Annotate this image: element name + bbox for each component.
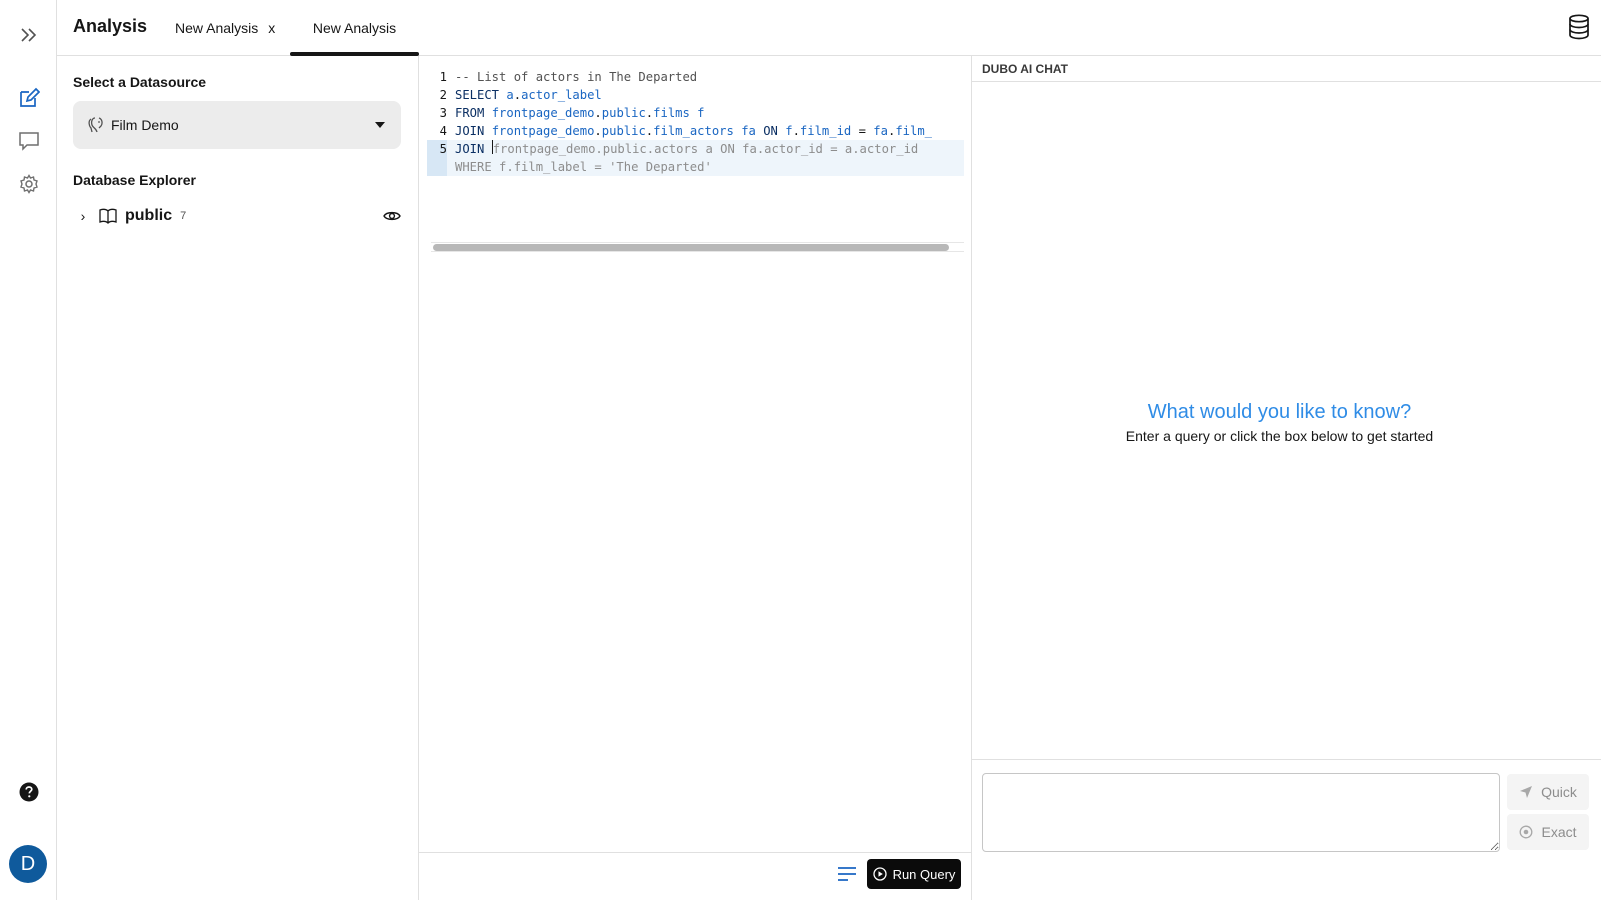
code-token: WHERE f.film_label = 'The Departed' xyxy=(455,160,712,174)
expand-icon xyxy=(20,28,36,42)
code-line[interactable]: 1 -- List of actors in The Departed xyxy=(427,68,964,86)
code-line[interactable]: 4 JOIN frontpage_demo. public. film_actors … xyxy=(427,122,964,140)
exact-button[interactable]: Exact xyxy=(1507,814,1589,850)
chat-input[interactable] xyxy=(982,773,1500,852)
left-rail: D xyxy=(0,0,57,900)
target-icon xyxy=(1520,825,1533,839)
book-icon xyxy=(99,208,117,224)
database-icon[interactable] xyxy=(1567,14,1591,40)
scrollbar-thumb[interactable] xyxy=(433,244,949,251)
code-token: . xyxy=(645,106,654,120)
chat-prompt: What would you like to know? xyxy=(1147,401,1412,423)
schema-name: public xyxy=(125,207,173,224)
code-line[interactable]: 5 JOIN frontpage_demo.public.actors a ON … xyxy=(427,140,964,158)
page-title: Analysis xyxy=(73,16,148,36)
code-token: . xyxy=(887,124,896,138)
chat-title: DUBO AI CHAT xyxy=(972,56,1601,82)
code-token: public xyxy=(601,124,646,138)
eye-icon[interactable] xyxy=(383,208,401,224)
tab-new-analysis-2[interactable]: New Analysis xyxy=(290,0,419,56)
edit-icon xyxy=(19,87,40,107)
editor-footer: Run Query xyxy=(419,852,972,900)
code-token: FROM xyxy=(455,106,492,120)
chat-subtitle: Enter a query or click the box below to … xyxy=(1125,428,1434,444)
code-token: actor_label xyxy=(521,88,602,102)
code-token: JOIN xyxy=(455,124,492,138)
chat-icon xyxy=(18,132,39,151)
explorer-heading: Database Explorer xyxy=(73,172,196,188)
code-line[interactable]: 2 SELECT a. actor_label xyxy=(427,86,964,104)
schema-row-public[interactable]: › public 7 xyxy=(73,204,401,228)
code-line[interactable]: 3 FROM frontpage_demo. public. films f xyxy=(427,104,964,122)
code-token: film_id xyxy=(799,124,859,138)
datasource-heading: Select a Datasource xyxy=(73,74,207,90)
quick-button[interactable]: Quick xyxy=(1507,774,1589,810)
help-icon xyxy=(19,782,38,802)
line-number: 5 xyxy=(427,140,447,158)
code-token: SELECT xyxy=(455,88,507,102)
code-token: . xyxy=(594,124,602,138)
avatar[interactable]: D xyxy=(9,845,47,883)
code-token: . xyxy=(792,124,800,138)
horizontal-scrollbar[interactable] xyxy=(431,242,964,252)
datasource-selected-label: Film Demo xyxy=(111,117,179,133)
line-number: 2 xyxy=(439,88,447,102)
quick-label: Quick xyxy=(1541,784,1577,800)
header: Analysis New Analysis x New Analysis xyxy=(57,0,1601,56)
code-token: . xyxy=(513,88,522,102)
code-token: film_ xyxy=(895,124,933,138)
format-icon[interactable] xyxy=(837,865,857,883)
tab-label: New Analysis xyxy=(312,20,397,36)
gear-icon xyxy=(19,174,38,194)
code-token: film_actors fa xyxy=(653,124,764,138)
chat-panel: DUBO AI CHAT What would you like to know… xyxy=(972,56,1601,900)
code-token: fa xyxy=(873,124,888,138)
code-token: ON xyxy=(763,124,786,138)
line-number: 1 xyxy=(439,70,447,84)
code-token: = xyxy=(858,124,874,138)
tab-label: New Analysis xyxy=(175,20,259,36)
close-tab-button[interactable]: x xyxy=(268,20,275,36)
code-token: films f xyxy=(653,106,705,120)
code-area[interactable]: 1 -- List of actors in The Departed 2 SELEC… xyxy=(427,68,964,176)
run-query-button[interactable]: Run Query xyxy=(867,859,961,889)
nav-editor-button[interactable] xyxy=(0,78,57,118)
code-token: JOIN xyxy=(455,142,492,156)
nav-settings-button[interactable] xyxy=(0,164,57,204)
line-number: 4 xyxy=(439,124,447,138)
code-token: public xyxy=(601,106,646,120)
divider xyxy=(972,759,1601,760)
code-token: -- List of actors in The Departed xyxy=(455,70,698,84)
code-line[interactable]: WHERE f.film_label = 'The Departed' xyxy=(427,158,964,176)
code-token: . xyxy=(645,124,654,138)
sql-editor[interactable]: 1 -- List of actors in The Departed 2 SELEC… xyxy=(419,56,972,900)
play-icon xyxy=(872,867,887,881)
code-token: . xyxy=(594,106,602,120)
expand-sidebar-button[interactable] xyxy=(0,15,57,55)
code-token: frontpage_demo xyxy=(491,124,595,138)
postgres-icon xyxy=(88,117,103,133)
help-button[interactable] xyxy=(0,772,57,812)
code-token: frontpage_demo.public.actors a ON fa.act… xyxy=(492,142,919,156)
chevron-right-icon[interactable]: › xyxy=(73,208,93,224)
code-token: f xyxy=(785,124,793,138)
line-number xyxy=(427,158,447,176)
exact-label: Exact xyxy=(1541,824,1577,840)
code-token: a xyxy=(506,88,514,102)
table-count: 7 xyxy=(180,210,187,222)
chevron-down-icon xyxy=(375,122,385,128)
line-number: 3 xyxy=(439,106,447,120)
code-token: frontpage_demo xyxy=(491,106,595,120)
send-icon xyxy=(1520,786,1533,798)
run-query-label: Run Query xyxy=(892,866,956,882)
left-panel: Select a Datasource Film Demo Database E… xyxy=(57,56,419,900)
nav-chat-button[interactable] xyxy=(0,121,57,161)
datasource-select[interactable]: Film Demo xyxy=(73,101,401,149)
tab-new-analysis-1[interactable]: New Analysis x xyxy=(175,0,275,56)
